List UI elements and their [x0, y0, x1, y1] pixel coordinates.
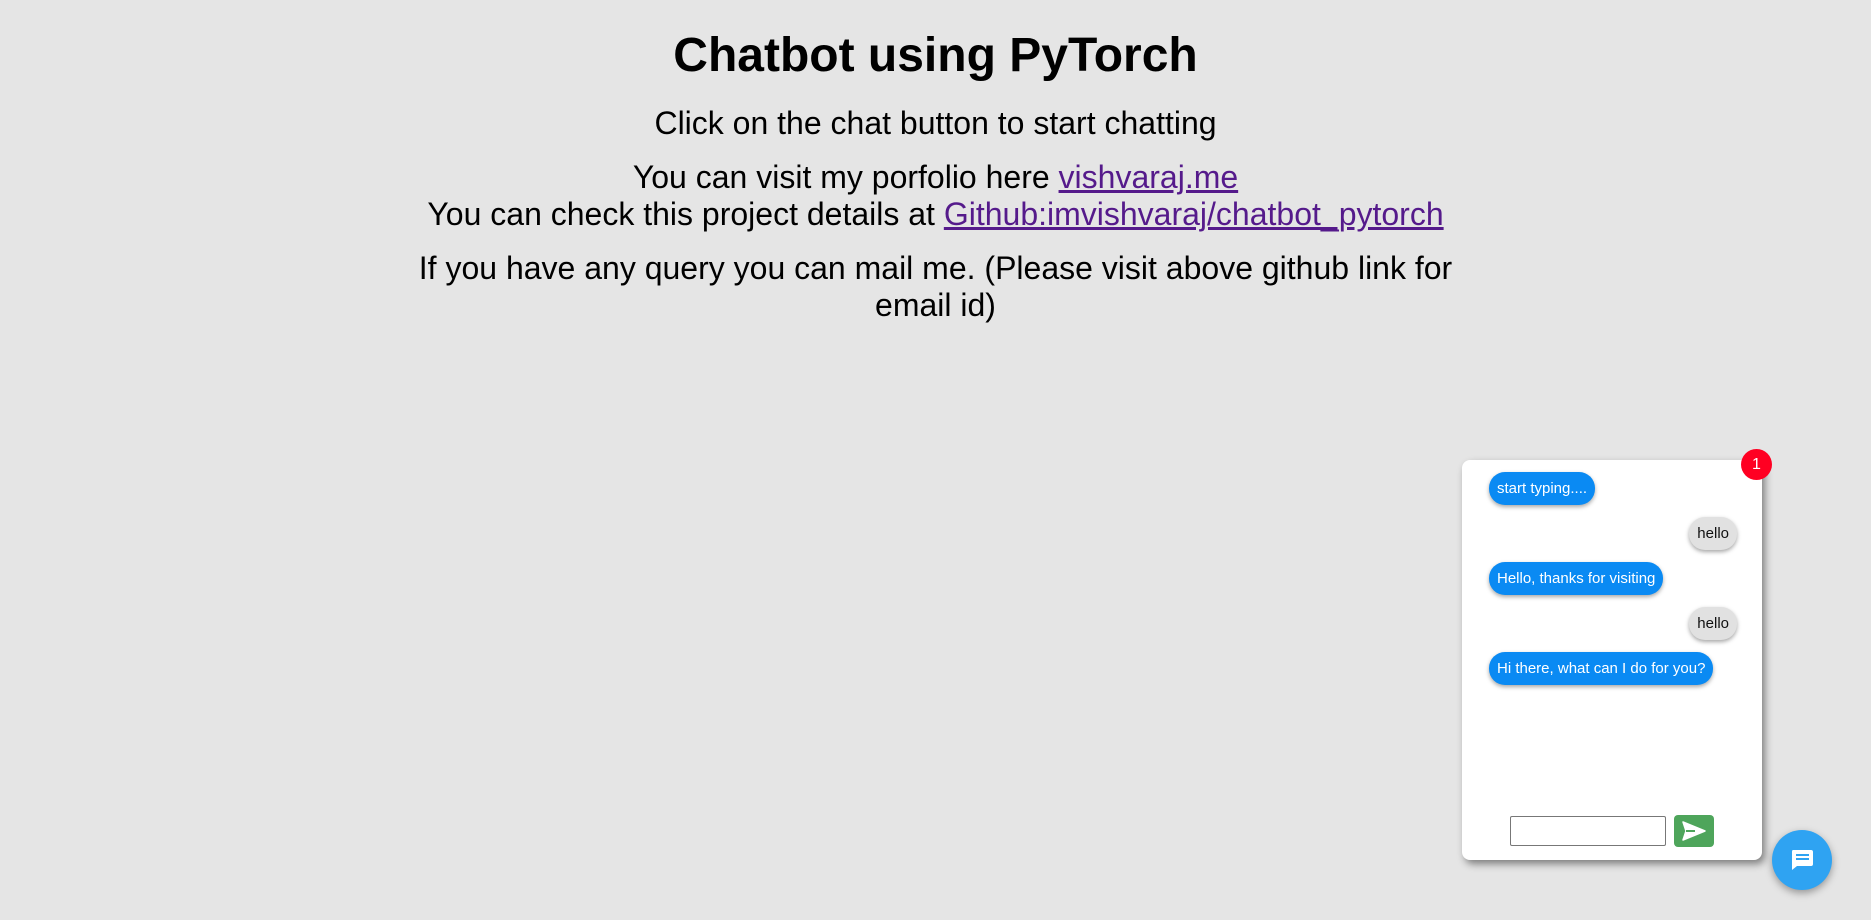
page: Chatbot using PyTorch Click on the chat …	[0, 0, 1871, 920]
query-text: If you have any query you can mail me. (…	[418, 250, 1453, 323]
chat-icon	[1792, 850, 1813, 870]
bot-message: start typing....	[1489, 472, 1596, 505]
chat-message-row: Hello, thanks for visiting	[1462, 562, 1762, 595]
chat-messages: start typing.... hello Hello, thanks for v…	[1462, 472, 1762, 697]
bot-message: Hello, thanks for visiting	[1489, 562, 1664, 595]
chat-message-row: hello	[1462, 607, 1762, 640]
github-link[interactable]: Github:imvishvaraj/chatbot_pytorch	[944, 196, 1444, 232]
chat-input-bar	[1510, 815, 1714, 847]
links-paragraph: You can visit my porfolio here vishvaraj…	[0, 159, 1871, 233]
chat-message-row: Hi there, what can I do for you?	[1462, 652, 1762, 685]
chat-message-row: start typing....	[1462, 472, 1762, 505]
chat-message-input[interactable]	[1510, 816, 1666, 846]
bot-message: Hi there, what can I do for you?	[1489, 652, 1714, 685]
portfolio-link[interactable]: vishvaraj.me	[1059, 159, 1239, 195]
user-message: hello	[1689, 607, 1737, 640]
notification-badge: 1	[1741, 449, 1772, 480]
main-content: Chatbot using PyTorch Click on the chat …	[0, 0, 1871, 324]
github-text: You can check this project details at	[427, 196, 944, 232]
chat-toggle-button[interactable]	[1772, 830, 1832, 890]
send-icon	[1682, 821, 1706, 841]
chat-instruction: Click on the chat button to start chatti…	[654, 105, 1217, 141]
send-button[interactable]	[1674, 815, 1714, 847]
chat-window: start typing.... hello Hello, thanks for v…	[1462, 460, 1762, 860]
portfolio-text: You can visit my porfolio here	[632, 159, 1059, 195]
page-title: Chatbot using PyTorch	[673, 29, 1198, 82]
user-message: hello	[1689, 517, 1737, 550]
chat-message-row: hello	[1462, 517, 1762, 550]
